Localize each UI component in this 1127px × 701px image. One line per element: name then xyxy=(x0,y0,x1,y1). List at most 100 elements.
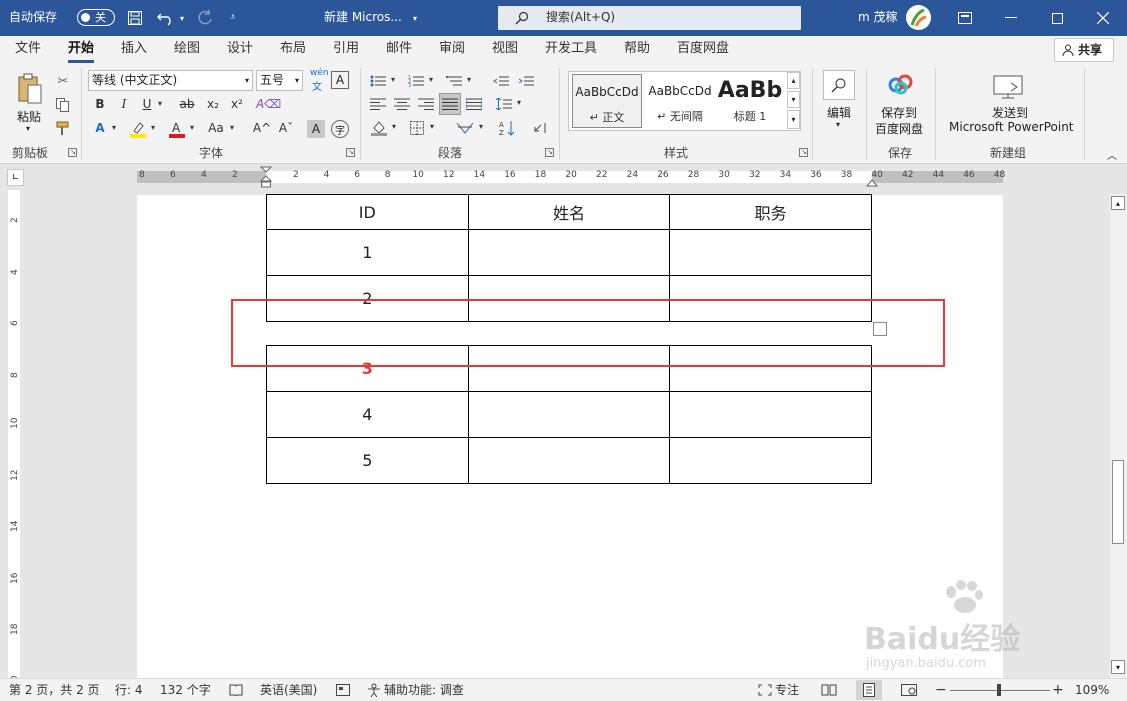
change-case-icon[interactable]: Aa xyxy=(205,118,227,138)
styles-more-icon[interactable]: ▾ xyxy=(787,110,800,129)
highlight-color-icon[interactable] xyxy=(128,119,148,139)
tab-mailings[interactable]: 邮件 xyxy=(386,36,412,64)
decrease-indent-icon[interactable] xyxy=(491,72,511,90)
table-cell[interactable] xyxy=(669,391,872,438)
multilevel-dropdown-icon[interactable]: ▾ xyxy=(464,70,474,90)
maximize-icon[interactable] xyxy=(1048,9,1066,27)
tab-help[interactable]: 帮助 xyxy=(624,36,650,64)
autosave-toggle[interactable]: 关 xyxy=(77,9,115,26)
table-cell[interactable] xyxy=(467,391,671,438)
document-page[interactable]: ID 姓名 职务 1 2 3 4 5 Baidu经验 jingyan.baidu… xyxy=(137,194,1020,678)
ribbon-display-icon[interactable] xyxy=(956,9,974,27)
align-left-icon[interactable] xyxy=(368,95,388,113)
table-cell[interactable] xyxy=(467,229,671,276)
tab-layout[interactable]: 布局 xyxy=(280,36,306,64)
language-indicator[interactable]: 英语(美国) xyxy=(260,679,317,701)
chinese-layout-dropdown-icon[interactable]: ▾ xyxy=(476,117,486,137)
strikethrough-icon[interactable]: ab xyxy=(176,94,198,114)
proofing-icon[interactable] xyxy=(228,683,244,697)
zoom-in-icon[interactable]: + xyxy=(1052,679,1064,701)
save-icon[interactable] xyxy=(126,9,144,27)
style-normal[interactable]: AaBbCcDd ↵ 正文 xyxy=(572,74,642,128)
scroll-up-icon[interactable]: ▴ xyxy=(1111,196,1125,210)
font-dialog-launcher-icon[interactable]: ↘ xyxy=(346,148,355,157)
accessibility-status[interactable]: 辅助功能: 调查 xyxy=(384,679,464,701)
show-marks-icon[interactable] xyxy=(530,119,550,137)
line-spacing-icon[interactable] xyxy=(494,95,514,113)
indent-marker-icon[interactable] xyxy=(260,166,272,188)
text-effects-dropdown-icon[interactable]: ▾ xyxy=(109,118,119,138)
scroll-down-icon[interactable]: ▾ xyxy=(1111,660,1125,674)
table-cell[interactable] xyxy=(669,229,872,276)
borders-dropdown-icon[interactable]: ▾ xyxy=(427,117,437,137)
justify-icon[interactable] xyxy=(439,93,461,115)
format-painter-icon[interactable] xyxy=(54,119,72,137)
tab-design[interactable]: 设计 xyxy=(227,36,253,64)
close-icon[interactable] xyxy=(1094,9,1112,27)
enclosed-characters-icon[interactable]: 字 xyxy=(331,120,349,138)
tab-baidu-netdisk[interactable]: 百度网盘 xyxy=(677,36,729,64)
shrink-font-icon[interactable]: Aˇ xyxy=(276,118,296,138)
tab-selector-icon[interactable]: ∟ xyxy=(7,169,24,186)
bullets-dropdown-icon[interactable]: ▾ xyxy=(388,70,398,90)
clipboard-dialog-launcher-icon[interactable]: ↘ xyxy=(68,148,77,157)
tab-file[interactable]: 文件 xyxy=(15,36,41,64)
paste-button[interactable]: 粘贴 ▾ xyxy=(9,70,51,136)
font-size-select[interactable]: 五号 ▾ xyxy=(256,70,303,91)
distributed-icon[interactable] xyxy=(464,95,484,113)
customize-toolbar-icon[interactable]: ⩡ xyxy=(226,9,240,25)
word-count[interactable]: 132 个字 xyxy=(160,679,211,701)
focus-icon[interactable] xyxy=(757,683,773,697)
zoom-out-icon[interactable]: − xyxy=(935,679,947,701)
increase-indent-icon[interactable] xyxy=(516,72,536,90)
send-to-powerpoint-button[interactable]: 发送到 Microsoft PowerPoint xyxy=(944,70,1076,136)
tab-developer[interactable]: 开发工具 xyxy=(545,36,597,64)
underline-icon[interactable]: U xyxy=(138,94,156,114)
shading-icon[interactable] xyxy=(369,119,389,137)
change-case-dropdown-icon[interactable]: ▾ xyxy=(227,118,237,138)
table-cell[interactable]: 1 xyxy=(266,229,469,276)
align-right-icon[interactable] xyxy=(416,95,436,113)
tab-insert[interactable]: 插入 xyxy=(121,36,147,64)
zoom-level[interactable]: 109% xyxy=(1075,679,1109,701)
search-box[interactable]: 搜索(Alt+Q) xyxy=(498,6,801,30)
tab-review[interactable]: 审阅 xyxy=(439,36,465,64)
tab-home[interactable]: 开始 xyxy=(68,36,95,64)
table-cell[interactable] xyxy=(467,437,671,484)
font-color-icon[interactable]: A xyxy=(167,119,187,139)
phonetic-guide-icon[interactable]: 文 xyxy=(309,78,325,93)
chinese-layout-icon[interactable] xyxy=(454,119,476,137)
grow-font-icon[interactable]: A^ xyxy=(252,118,272,138)
table-cell[interactable]: 4 xyxy=(266,391,469,438)
web-layout-icon[interactable] xyxy=(900,683,918,697)
styles-scroll-up-icon[interactable]: ▴ xyxy=(787,72,800,89)
minimize-icon[interactable] xyxy=(1002,9,1020,27)
cut-icon[interactable]: ✂ xyxy=(54,72,72,90)
highlight-dropdown-icon[interactable]: ▾ xyxy=(148,118,158,138)
vertical-scrollbar[interactable]: ▴ ▾ xyxy=(1110,194,1127,678)
user-name[interactable]: m 茂稼 xyxy=(858,0,898,36)
clear-formatting-icon[interactable]: A⌫ xyxy=(256,94,281,114)
table-header-cell[interactable]: ID xyxy=(266,194,469,230)
avatar[interactable] xyxy=(906,5,931,30)
align-center-icon[interactable] xyxy=(392,95,412,113)
superscript-icon[interactable]: x² xyxy=(228,94,246,114)
bold-icon[interactable]: B xyxy=(91,94,109,114)
copy-icon[interactable] xyxy=(54,96,72,114)
focus-label[interactable]: 专注 xyxy=(775,679,799,701)
macro-icon[interactable] xyxy=(335,683,351,697)
font-name-select[interactable]: 等线 (中文正文) ▾ xyxy=(88,70,253,91)
tab-draw[interactable]: 绘图 xyxy=(174,36,200,64)
character-shading-icon[interactable]: A xyxy=(307,120,325,138)
read-mode-icon[interactable] xyxy=(820,683,838,697)
styles-scroll-down-icon[interactable]: ▾ xyxy=(787,91,800,108)
underline-dropdown-icon[interactable]: ▾ xyxy=(155,94,165,114)
tab-view[interactable]: 视图 xyxy=(492,36,518,64)
table-cell[interactable] xyxy=(669,437,872,484)
zoom-slider-thumb[interactable] xyxy=(997,684,1001,696)
line-spacing-dropdown-icon[interactable]: ▾ xyxy=(514,93,524,113)
sort-icon[interactable]: AZ xyxy=(497,119,517,137)
table-header-cell[interactable]: 职务 xyxy=(669,194,872,230)
table-header-cell[interactable]: 姓名 xyxy=(467,194,671,230)
multilevel-list-icon[interactable] xyxy=(444,72,464,90)
